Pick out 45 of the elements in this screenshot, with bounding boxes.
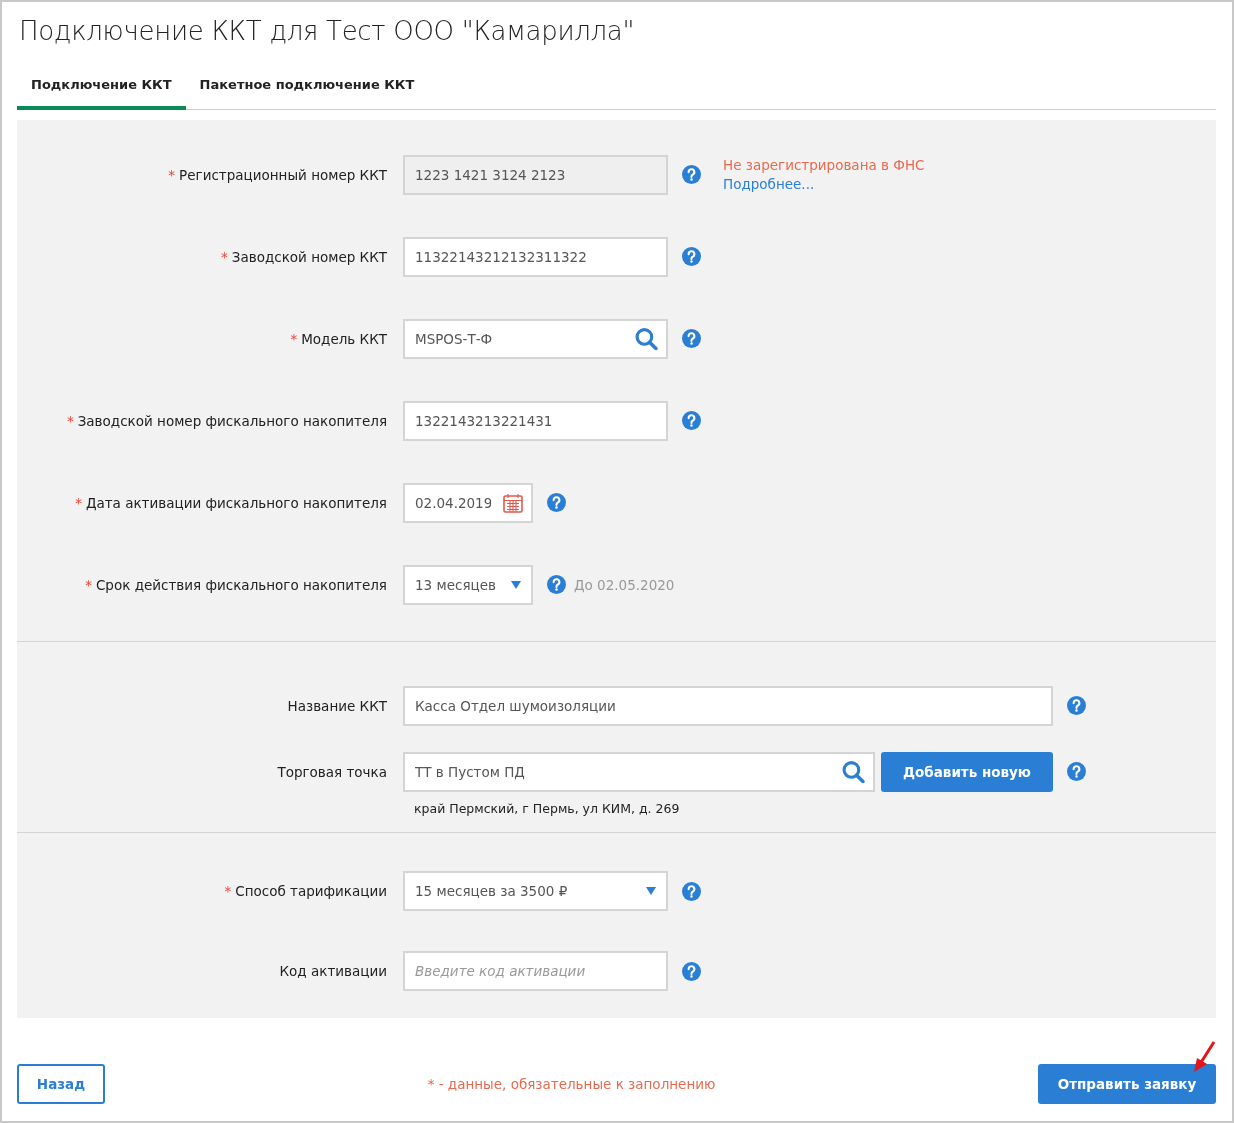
help-icon[interactable] <box>1067 696 1086 716</box>
add-new-button[interactable]: Добавить новую <box>881 751 1053 792</box>
text-field[interactable]: Касса Отдел шумоизоляции <box>403 685 1053 726</box>
expiry-hint: До 02.05.2020 <box>574 575 675 595</box>
help-icon[interactable] <box>682 165 701 185</box>
dropdown[interactable]: 13 месяцев <box>403 564 533 605</box>
help-icon[interactable] <box>547 493 566 513</box>
search-field[interactable]: MSPOS-Т-Ф <box>403 318 668 359</box>
field-label: * Регистрационный номер ККТ <box>167 165 388 185</box>
help-icon[interactable] <box>682 961 701 981</box>
caret-icon <box>511 580 521 589</box>
submit-button[interactable]: Отправить заявку <box>1038 1063 1216 1104</box>
dropdown[interactable]: 15 месяцев за 3500 ₽ <box>403 871 668 912</box>
field-label: Название ККТ <box>286 696 388 716</box>
help-icon[interactable] <box>682 329 701 349</box>
status-text: Не зарегистрирована в ФНС <box>723 155 925 175</box>
required-note: * - данные, обязательные к заполнению <box>427 1074 716 1094</box>
field-label: * Способ тарификации <box>223 882 388 902</box>
search-icon <box>842 760 866 784</box>
text-field[interactable]: 1322143213221431 <box>403 400 668 441</box>
field-label: Код активации <box>278 962 388 982</box>
search-field[interactable]: ТТ в Пустом ПД <box>403 751 876 792</box>
page-title: Подключение ККТ для Тест ООО "Камарилла" <box>19 16 636 48</box>
field-label: * Дата активации фискального накопителя <box>74 493 388 513</box>
field-label: * Модель ККТ <box>289 329 388 349</box>
help-icon[interactable] <box>547 575 566 595</box>
help-icon[interactable] <box>682 881 701 901</box>
help-icon[interactable] <box>682 411 701 431</box>
field-label: * Заводской номер ККТ <box>220 247 388 267</box>
help-icon[interactable] <box>682 247 701 267</box>
text-field[interactable]: 11322143212132311322 <box>403 236 668 277</box>
text-field[interactable]: Введите код активации <box>403 951 668 992</box>
field-label: Торговая точка <box>276 762 388 782</box>
search-icon <box>635 327 658 351</box>
tab[interactable]: Подключение ККТ <box>17 67 186 110</box>
address-text: край Пермский, г Пермь, ул КИМ, д. 269 <box>414 799 681 818</box>
back-button[interactable]: Назад <box>17 1063 105 1104</box>
help-icon[interactable] <box>1067 762 1086 782</box>
caret-icon <box>646 887 656 896</box>
field-label: * Срок действия фискального накопителя <box>84 575 388 595</box>
tab[interactable]: Пакетное подключение ККТ <box>185 67 429 110</box>
field-label: * Заводской номер фискального накопителя <box>65 411 388 431</box>
date-field[interactable]: 02.04.2019 <box>403 482 533 523</box>
calendar-icon <box>503 492 523 513</box>
arrow-icon <box>1192 1039 1216 1074</box>
